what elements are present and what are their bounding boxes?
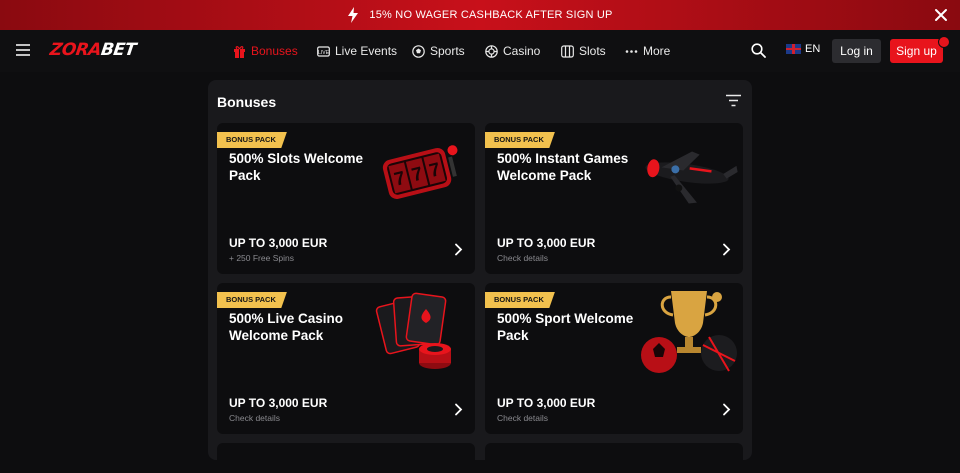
main-nav: Bonuses LIVE Live Events Sports Casino S… bbox=[233, 30, 685, 72]
chevron-right-icon[interactable] bbox=[454, 243, 463, 256]
bonus-amount: UP TO 3,000 EUR bbox=[497, 396, 596, 410]
nav-more[interactable]: More bbox=[625, 30, 685, 72]
svg-text:LIVE: LIVE bbox=[318, 50, 330, 56]
bonus-card-slots[interactable]: BONUS PACK 500% Slots Welcome Pack 7 7 7… bbox=[217, 123, 475, 274]
chevron-right-icon[interactable] bbox=[722, 403, 731, 416]
bonus-subtext: Check details bbox=[229, 413, 281, 423]
chevron-right-icon[interactable] bbox=[722, 243, 731, 256]
signup-gift-badge-icon bbox=[938, 36, 950, 48]
signup-button[interactable]: Sign up bbox=[890, 39, 943, 63]
promo-banner[interactable]: 15% NO WAGER CASHBACK AFTER SIGN UP bbox=[0, 0, 960, 30]
nav-sports[interactable]: Sports bbox=[412, 30, 485, 72]
nav-label: Live Events bbox=[335, 44, 398, 58]
soccer-ball-icon bbox=[412, 44, 425, 58]
card-title: 500% Live Casino Welcome Pack bbox=[229, 311, 344, 343]
bonus-amount: UP TO 3,000 EUR bbox=[229, 236, 328, 250]
airplane-icon bbox=[645, 151, 738, 204]
live-tv-icon: LIVE bbox=[317, 45, 330, 57]
bonus-pack-tag: BONUS PACK bbox=[217, 132, 287, 148]
language-selector[interactable]: EN bbox=[786, 43, 820, 55]
nav-label: Bonuses bbox=[251, 44, 298, 58]
promo-text: 15% NO WAGER CASHBACK AFTER SIGN UP bbox=[369, 9, 613, 21]
uk-flag-icon bbox=[786, 44, 801, 54]
bonus-pack-tag: BONUS PACK bbox=[485, 132, 555, 148]
nav-casino[interactable]: Casino bbox=[485, 30, 561, 72]
login-button[interactable]: Log in bbox=[832, 39, 881, 63]
nav-label: Sports bbox=[430, 44, 465, 58]
bonus-card-sport[interactable]: BONUS PACK 500% Sport Welcome Pack UP TO… bbox=[485, 283, 743, 434]
bonus-card-live-casino[interactable]: BONUS PACK 500% Live Casino Welcome Pack… bbox=[217, 283, 475, 434]
nav-label: Slots bbox=[579, 44, 606, 58]
menu-icon[interactable] bbox=[16, 44, 30, 56]
bonus-pack-tag: BONUS PACK bbox=[217, 292, 287, 308]
bonuses-panel: Bonuses BONUS PACK 500% Slots Welcome Pa… bbox=[208, 80, 752, 473]
search-icon[interactable] bbox=[751, 43, 766, 58]
bonus-card-instant-games[interactable]: BONUS PACK 500% Instant Games Welcome Pa… bbox=[485, 123, 743, 274]
panel-title: Bonuses bbox=[217, 94, 277, 110]
logo-bet: BET bbox=[99, 40, 138, 60]
nav-live-events[interactable]: LIVE Live Events bbox=[317, 30, 412, 72]
lightning-icon bbox=[348, 7, 359, 23]
logo-zora: ZORA bbox=[48, 40, 103, 60]
gift-icon bbox=[234, 45, 245, 58]
dots-icon bbox=[625, 49, 638, 53]
nav-label: More bbox=[643, 44, 671, 58]
language-code: EN bbox=[805, 43, 821, 55]
top-navigation: ZORABET Bonuses LIVE Live Events Sports … bbox=[0, 30, 960, 72]
bonus-amount: UP TO 3,000 EUR bbox=[229, 396, 328, 410]
trophy-icon bbox=[641, 291, 737, 373]
bonus-pack-tag: BONUS PACK bbox=[485, 292, 555, 308]
nav-bonuses[interactable]: Bonuses bbox=[233, 30, 317, 72]
bonus-subtext: Check details bbox=[497, 413, 549, 423]
close-icon[interactable] bbox=[932, 6, 950, 24]
nav-label: Casino bbox=[503, 44, 541, 58]
bonus-card-partial[interactable] bbox=[217, 443, 475, 473]
slot-reels-icon bbox=[561, 44, 574, 58]
card-title: 500% Sport Welcome Pack bbox=[497, 311, 634, 343]
bonus-subtext: Check details bbox=[497, 253, 549, 263]
bonus-amount: UP TO 3,000 EUR bbox=[497, 236, 596, 250]
poker-chip-icon bbox=[485, 44, 498, 58]
playing-cards-chips-icon bbox=[375, 292, 451, 369]
filter-icon[interactable] bbox=[726, 94, 741, 107]
chevron-right-icon[interactable] bbox=[454, 403, 463, 416]
slot-machine-icon: 7 7 7 bbox=[382, 145, 458, 199]
logo[interactable]: ZORABET bbox=[49, 40, 138, 60]
nav-slots[interactable]: Slots bbox=[561, 30, 625, 72]
card-title: 500% Slots Welcome Pack bbox=[229, 151, 364, 183]
bonus-subtext: + 250 Free Spins bbox=[229, 253, 294, 263]
card-title: 500% Instant Games Welcome Pack bbox=[497, 151, 629, 183]
bonus-card-partial[interactable] bbox=[485, 443, 743, 473]
